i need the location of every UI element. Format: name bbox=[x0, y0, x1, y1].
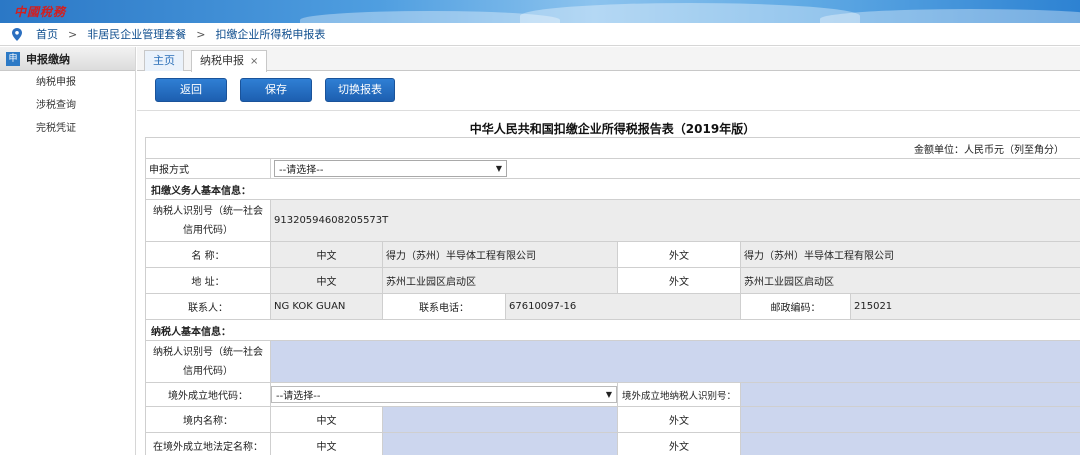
dropdown-arrow-icon: ▼ bbox=[495, 164, 502, 173]
overseas-code-label: 境外成立地代码： bbox=[145, 382, 271, 407]
switch-report-button[interactable]: 切换报表 bbox=[325, 78, 395, 102]
domestic-name-label: 境内名称： bbox=[145, 406, 271, 433]
overseas-legal-name-foreign-input[interactable] bbox=[739, 432, 1080, 455]
breadcrumb-separator: > bbox=[68, 27, 78, 41]
toolbar-divider bbox=[137, 110, 1080, 111]
sidebar-item-tax-query[interactable]: 涉税查询 bbox=[0, 94, 135, 117]
tax-logo: 中國稅務 bbox=[14, 5, 67, 19]
taxpayer-section-title: 纳税人基本信息： bbox=[144, 319, 1080, 341]
zip-label: 邮政编码： bbox=[740, 293, 851, 320]
tab-home[interactable]: 主页 bbox=[144, 50, 184, 71]
phone-value: 67610097-16 bbox=[505, 293, 741, 320]
taxpayer-id2-label: 纳税人识别号（统一社会信用代码） bbox=[145, 340, 271, 383]
tab-tax-declaration-label: 纳税申报 bbox=[200, 54, 244, 67]
breadcrumb: 首页 > 非居民企业管理套餐 > 扣缴企业所得税申报表 bbox=[0, 23, 1080, 46]
domestic-name-foreign-input[interactable] bbox=[739, 406, 1080, 433]
tab-tax-declaration[interactable]: 纳税申报 × bbox=[191, 50, 268, 72]
close-icon[interactable]: × bbox=[250, 56, 258, 67]
overseas-code-value: --请选择-- bbox=[276, 391, 321, 402]
breadcrumb-home[interactable]: 首页 bbox=[36, 26, 58, 42]
sidebar: 申 申报缴纳 纳税申报 涉税查询 完税凭证 bbox=[0, 47, 136, 455]
contact-value: NG KOK GUAN bbox=[270, 293, 383, 320]
taxpayer-id-value: 91320594608205573T bbox=[269, 199, 1080, 242]
form-title: 中华人民共和国扣缴企业所得税报告表（2019年版） bbox=[469, 122, 756, 136]
phone-label: 联系电话： bbox=[382, 293, 506, 320]
back-button[interactable]: 返回 bbox=[155, 78, 227, 102]
address-chinese-label: 中文 bbox=[270, 267, 383, 294]
overseas-legal-name-foreign-label: 外文 bbox=[617, 432, 741, 455]
sidebar-header[interactable]: 申 申报缴纳 bbox=[0, 47, 135, 71]
overseas-legal-name-chinese-label: 中文 bbox=[270, 432, 383, 455]
breadcrumb-level1[interactable]: 非居民企业管理套餐 bbox=[87, 26, 186, 42]
breadcrumb-level2[interactable]: 扣缴企业所得税申报表 bbox=[215, 26, 325, 42]
form-table: 金额单位：人民币元（列至角分） 申报方式 --请选择-- ▼ 扣缴义务人基本信息… bbox=[144, 137, 1080, 455]
taxpayer-id-label: 纳税人识别号（统一社会信用代码） bbox=[145, 199, 271, 242]
location-pin-icon bbox=[12, 27, 22, 41]
top-banner: 中國稅務 bbox=[0, 0, 1080, 23]
save-button[interactable]: 保存 bbox=[240, 78, 312, 102]
name-foreign-label: 外文 bbox=[617, 241, 741, 268]
tab-home-label: 主页 bbox=[153, 54, 175, 67]
name-foreign-value: 得力（苏州）半导体工程有限公司 bbox=[739, 241, 1080, 268]
tab-bar: 主页 纳税申报 × bbox=[137, 47, 1080, 72]
sidebar-header-icon: 申 bbox=[6, 51, 20, 66]
overseas-code-select[interactable]: --请选择-- ▼ bbox=[271, 386, 617, 403]
domestic-name-chinese-input[interactable] bbox=[382, 406, 618, 433]
name-chinese-label: 中文 bbox=[270, 241, 383, 268]
withholder-section-title: 扣缴义务人基本信息： bbox=[144, 178, 1080, 200]
banner-mountain bbox=[820, 9, 1080, 23]
declare-method-select[interactable]: --请选择-- ▼ bbox=[274, 160, 507, 177]
sidebar-header-label: 申报缴纳 bbox=[26, 52, 70, 66]
banner-mountain bbox=[520, 3, 860, 23]
dropdown-arrow-icon: ▼ bbox=[605, 390, 612, 399]
declare-method-label: 申报方式 bbox=[145, 158, 271, 179]
domestic-name-chinese-label: 中文 bbox=[270, 406, 383, 433]
breadcrumb-separator: > bbox=[196, 27, 206, 41]
address-label: 地 址： bbox=[145, 267, 271, 294]
overseas-taxid-input[interactable] bbox=[739, 382, 1080, 407]
sidebar-item-tax-certificate[interactable]: 完税凭证 bbox=[0, 117, 135, 140]
taxpayer-id2-input[interactable] bbox=[269, 340, 1080, 383]
declare-method-value: --请选择-- bbox=[279, 165, 324, 176]
address-foreign-value: 苏州工业园区启动区 bbox=[739, 267, 1080, 294]
amount-unit: 金额单位：人民币元（列至角分） bbox=[144, 137, 1080, 159]
address-chinese-value: 苏州工业园区启动区 bbox=[382, 267, 618, 294]
contact-label: 联系人： bbox=[145, 293, 271, 320]
zip-value: 215021 bbox=[849, 293, 1080, 320]
overseas-taxid-label: 境外成立地纳税人识别号： bbox=[617, 382, 741, 407]
sidebar-item-tax-declaration[interactable]: 纳税申报 bbox=[0, 71, 135, 94]
overseas-legal-name-chinese-input[interactable] bbox=[382, 432, 618, 455]
domestic-name-foreign-label: 外文 bbox=[617, 406, 741, 433]
overseas-legal-name-label: 在境外成立地法定名称： bbox=[145, 432, 271, 455]
name-chinese-value: 得力（苏州）半导体工程有限公司 bbox=[382, 241, 618, 268]
address-foreign-label: 外文 bbox=[617, 267, 741, 294]
name-label: 名 称： bbox=[145, 241, 271, 268]
